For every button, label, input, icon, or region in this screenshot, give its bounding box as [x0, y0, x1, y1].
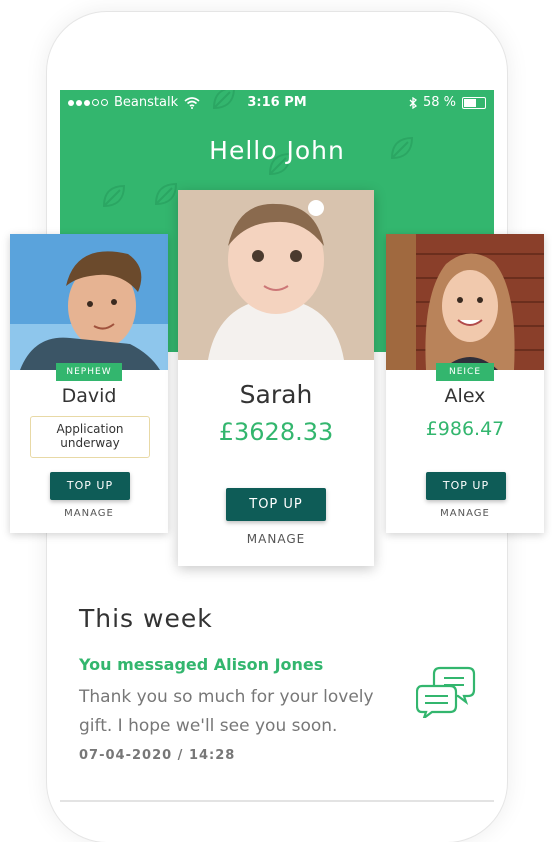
child-photo-alex [386, 234, 544, 370]
top-up-button-alex[interactable]: TOP UP [426, 472, 506, 500]
leaf-icon [102, 184, 126, 208]
child-photo-sarah [178, 190, 374, 360]
top-up-button-david[interactable]: TOP UP [50, 472, 130, 500]
leaf-icon [154, 182, 178, 206]
child-name-sarah: Sarah [239, 380, 313, 409]
manage-link-david[interactable]: MANAGE [10, 508, 168, 519]
child-photo-david [10, 234, 168, 370]
battery-icon [462, 96, 486, 109]
section-title-this-week: This week [79, 604, 213, 633]
activity-message: Thank you so much for your lovely gift. … [79, 687, 374, 736]
top-up-button-sarah[interactable]: TOP UP [226, 488, 326, 521]
manage-link-alex[interactable]: MANAGE [386, 508, 544, 519]
bluetooth-icon [409, 96, 417, 109]
relation-badge-alex: NEICE [436, 363, 494, 381]
child-balance-sarah: £3628.33 [218, 418, 334, 446]
application-status-text: Application underway [56, 422, 124, 450]
relation-badge-david: NEPHEW [56, 363, 122, 381]
activity-title[interactable]: You messaged Alison Jones [79, 655, 323, 674]
status-bar: Beanstalk 3:16 PM 58 % [60, 90, 494, 116]
battery-percent: 58 % [422, 95, 456, 110]
greeting-title: Hello John [209, 136, 345, 165]
child-name-alex: Alex [444, 385, 486, 407]
manage-link-sarah[interactable]: MANAGE [178, 532, 374, 546]
chat-bubbles-icon [416, 666, 476, 718]
application-status-box: Application underway [30, 416, 150, 458]
bottom-divider [60, 800, 494, 802]
child-balance-alex: £986.47 [425, 418, 505, 440]
child-card-sarah[interactable]: Sarah £3628.33 TOP UP MANAGE [178, 190, 374, 566]
child-name-david: David [61, 385, 117, 407]
child-card-david[interactable]: NEPHEW David Application underway TOP UP… [10, 234, 168, 533]
child-card-alex[interactable]: NEICE Alex £986.47 TOP UP MANAGE [386, 234, 544, 533]
activity-timestamp: 07-04-2020 / 14:28 [79, 748, 236, 763]
